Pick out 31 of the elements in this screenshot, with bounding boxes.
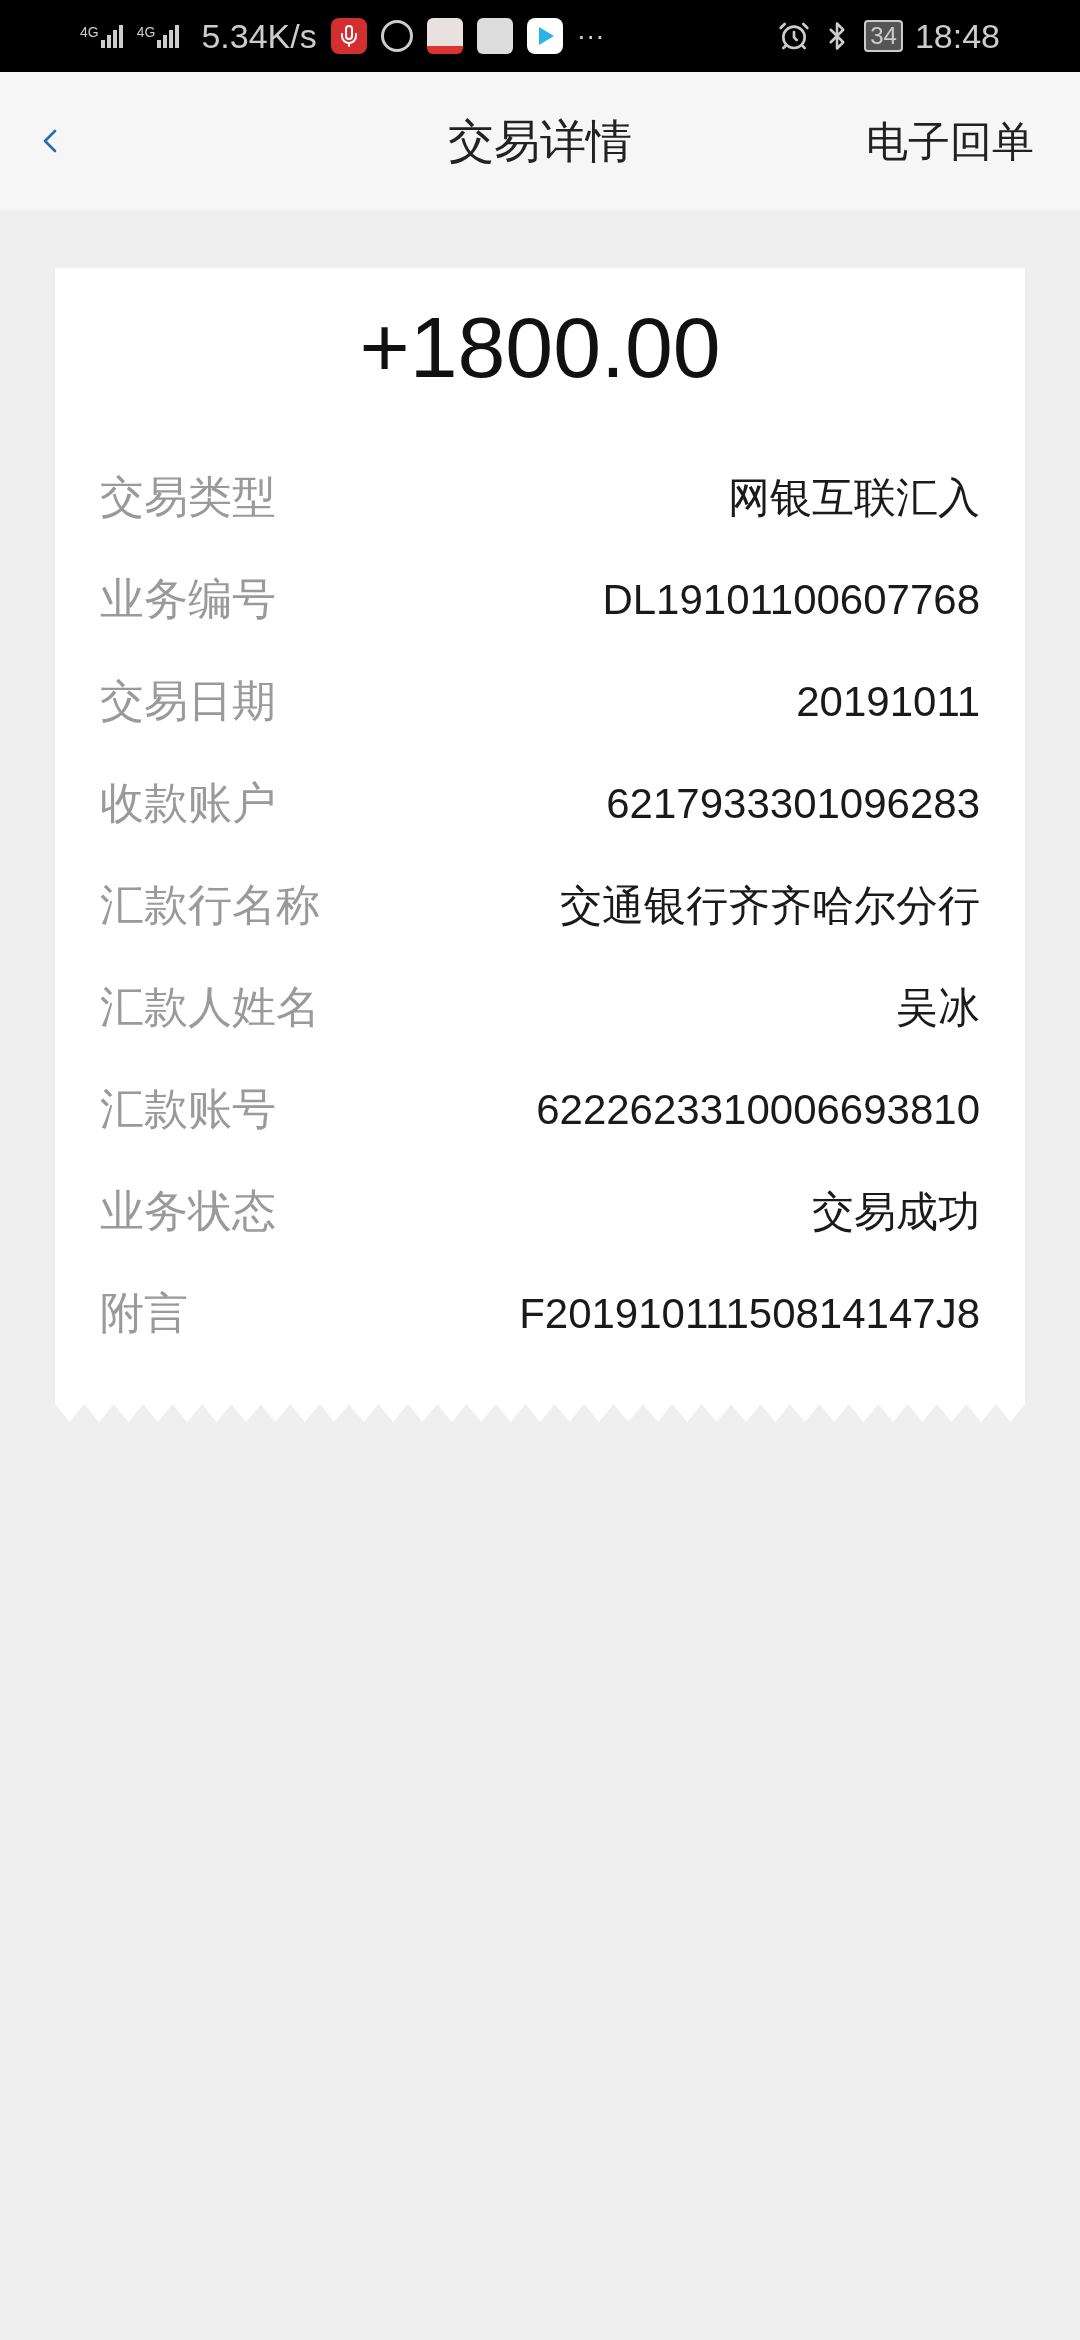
detail-label: 收款账户 <box>100 777 276 829</box>
page-title: 交易详情 <box>448 113 632 169</box>
detail-value: 20191011 <box>796 676 980 727</box>
detail-label: 汇款行名称 <box>100 879 320 931</box>
microphone-app-icon <box>330 18 367 54</box>
detail-value: 6217933301096283 <box>606 778 980 829</box>
app-icon <box>426 18 463 54</box>
receipt-link[interactable]: 电子回单 <box>866 109 1034 173</box>
transaction-amount: +1800.00 <box>358 298 722 397</box>
detail-value: 交通银行齐齐哈尔分行 <box>560 880 980 931</box>
detail-label: 交易类型 <box>100 471 276 523</box>
detail-value: 交易成功 <box>812 1186 980 1237</box>
clock-time: 18:48 <box>914 15 1000 57</box>
network-speed: 5.34K/s <box>201 15 317 57</box>
detail-value: 吴冰 <box>896 982 980 1033</box>
app-icon <box>476 18 513 54</box>
detail-value: 6222623310006693810 <box>536 1084 980 1135</box>
more-notifications: ··· <box>576 19 605 53</box>
detail-label: 业务状态 <box>100 1185 276 1237</box>
detail-label: 汇款账号 <box>100 1083 276 1135</box>
alarm-icon <box>778 20 811 52</box>
detail-label: 附言 <box>100 1287 188 1339</box>
battery-indicator: 34 <box>864 20 903 52</box>
circle-app-icon <box>380 20 413 52</box>
detail-label: 业务编号 <box>100 573 276 625</box>
detail-label: 交易日期 <box>100 675 276 727</box>
detail-label: 汇款人姓名 <box>100 981 320 1033</box>
detail-value: F20191011150814147J8 <box>519 1288 980 1339</box>
detail-value: DL19101100607768 <box>602 574 980 625</box>
play-app-icon <box>526 18 563 54</box>
detail-value: 网银互联汇入 <box>728 472 980 523</box>
